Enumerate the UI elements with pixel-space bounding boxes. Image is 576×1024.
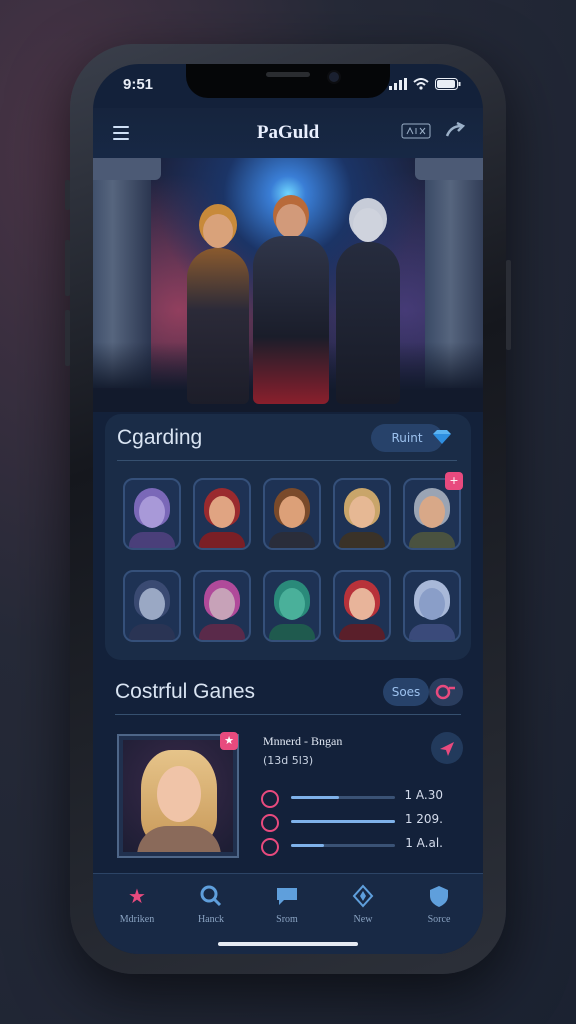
avatar-blonde-elf-archer[interactable] <box>333 478 391 550</box>
stat-value-1: 1 A.30 <box>404 788 443 802</box>
avatar-silver-haired-spirit[interactable] <box>403 570 461 642</box>
tab-mdriken[interactable]: ★ Mdriken <box>107 884 167 925</box>
mute-switch <box>65 180 70 210</box>
avatar-red-hooded-warrior[interactable] <box>193 478 251 550</box>
characters-section: Cgarding Ruint + <box>105 414 471 660</box>
tab-bar: ★ Mdriken Hanck Srom New Sorce <box>93 873 483 954</box>
diamond-icon[interactable] <box>431 430 453 450</box>
avatar-hooded-mage[interactable] <box>123 570 181 642</box>
wifi-icon <box>413 78 429 90</box>
screen: 9:51 PaGuld Cgarding Ruint + Costrful Ga… <box>93 64 483 954</box>
avatar-brown-haired-rogue[interactable] <box>263 478 321 550</box>
section-title: Cgarding <box>117 426 203 449</box>
new-badge: + <box>445 472 463 490</box>
stat-value-2: 1 209. <box>404 812 443 826</box>
stat-row-3: 1 A.al. <box>261 836 461 856</box>
status-time: 9:51 <box>123 76 154 93</box>
search-icon <box>181 884 241 908</box>
tab-label-4: New <box>353 914 373 925</box>
stat-track-1 <box>291 796 395 799</box>
status-icons <box>389 78 461 90</box>
volume-up-button <box>65 240 70 296</box>
hero-warrior-center <box>251 204 331 404</box>
tab-srom[interactable]: Srom <box>257 884 317 925</box>
shield-icon <box>409 884 469 908</box>
games-divider <box>115 714 461 715</box>
tab-label-5: Sorce <box>427 914 451 925</box>
star-icon: ★ <box>128 884 146 908</box>
badge-icon[interactable] <box>401 123 431 143</box>
notch <box>186 64 390 98</box>
power-button <box>506 260 511 350</box>
volume-down-button <box>65 310 70 366</box>
compass-icon <box>333 884 393 908</box>
sort-button[interactable]: Soes <box>383 678 429 706</box>
hero-banner[interactable] <box>93 158 483 412</box>
send-icon <box>440 742 454 756</box>
stat-fill-1 <box>291 796 339 799</box>
signal-icon <box>389 78 407 90</box>
stat-fill-3 <box>291 844 325 847</box>
stat-row-1: 1 A.30 <box>261 788 461 808</box>
hero-warrior-right <box>333 208 403 404</box>
tab-sorce[interactable]: Sorce <box>409 884 469 925</box>
tab-new[interactable]: New <box>333 884 393 925</box>
stat-track-3 <box>291 844 395 847</box>
avatar-pink-horned-witch[interactable] <box>193 570 251 642</box>
avatar-red-haired-heroine[interactable] <box>333 570 391 642</box>
hero-warrior-left <box>183 214 253 404</box>
home-indicator[interactable] <box>218 942 358 946</box>
battery-icon <box>435 78 461 90</box>
ruint-label: Ruint <box>391 431 423 445</box>
send-button[interactable] <box>431 732 463 764</box>
avatar-purple-sorcerer[interactable] <box>123 478 181 550</box>
toggle-icon[interactable] <box>429 678 463 706</box>
games-section-title: Costrful Ganes <box>115 680 256 703</box>
chat-icon <box>257 884 317 908</box>
featured-portrait <box>123 740 233 852</box>
featured-badge-icon: ★ <box>220 732 238 750</box>
stat-fill-2 <box>291 820 395 823</box>
featured-game-card[interactable] <box>117 734 239 858</box>
app-header: PaGuld <box>93 108 483 158</box>
stat-row-2: 1 209. <box>261 812 461 832</box>
stat-icon-3 <box>261 838 279 856</box>
stat-icon-1 <box>261 790 279 808</box>
camera <box>327 70 341 84</box>
tab-label-2: Hanck <box>197 914 225 925</box>
feature-name: Mnnerd - Bngan <box>263 734 343 748</box>
stat-value-3: 1 A.al. <box>405 836 443 850</box>
stat-track-2 <box>291 820 395 823</box>
stat-icon-2 <box>261 814 279 832</box>
tab-hanck[interactable]: Hanck <box>181 884 241 925</box>
avatar-green-goblin[interactable] <box>263 570 321 642</box>
tab-label-1: Mdriken <box>119 914 155 925</box>
tab-label-3: Srom <box>276 914 298 925</box>
speaker <box>266 72 310 77</box>
share-icon[interactable] <box>445 121 466 144</box>
feature-sub: (13d 5l3) <box>263 754 314 767</box>
divider <box>117 460 457 461</box>
sort-label: Soes <box>391 685 421 699</box>
